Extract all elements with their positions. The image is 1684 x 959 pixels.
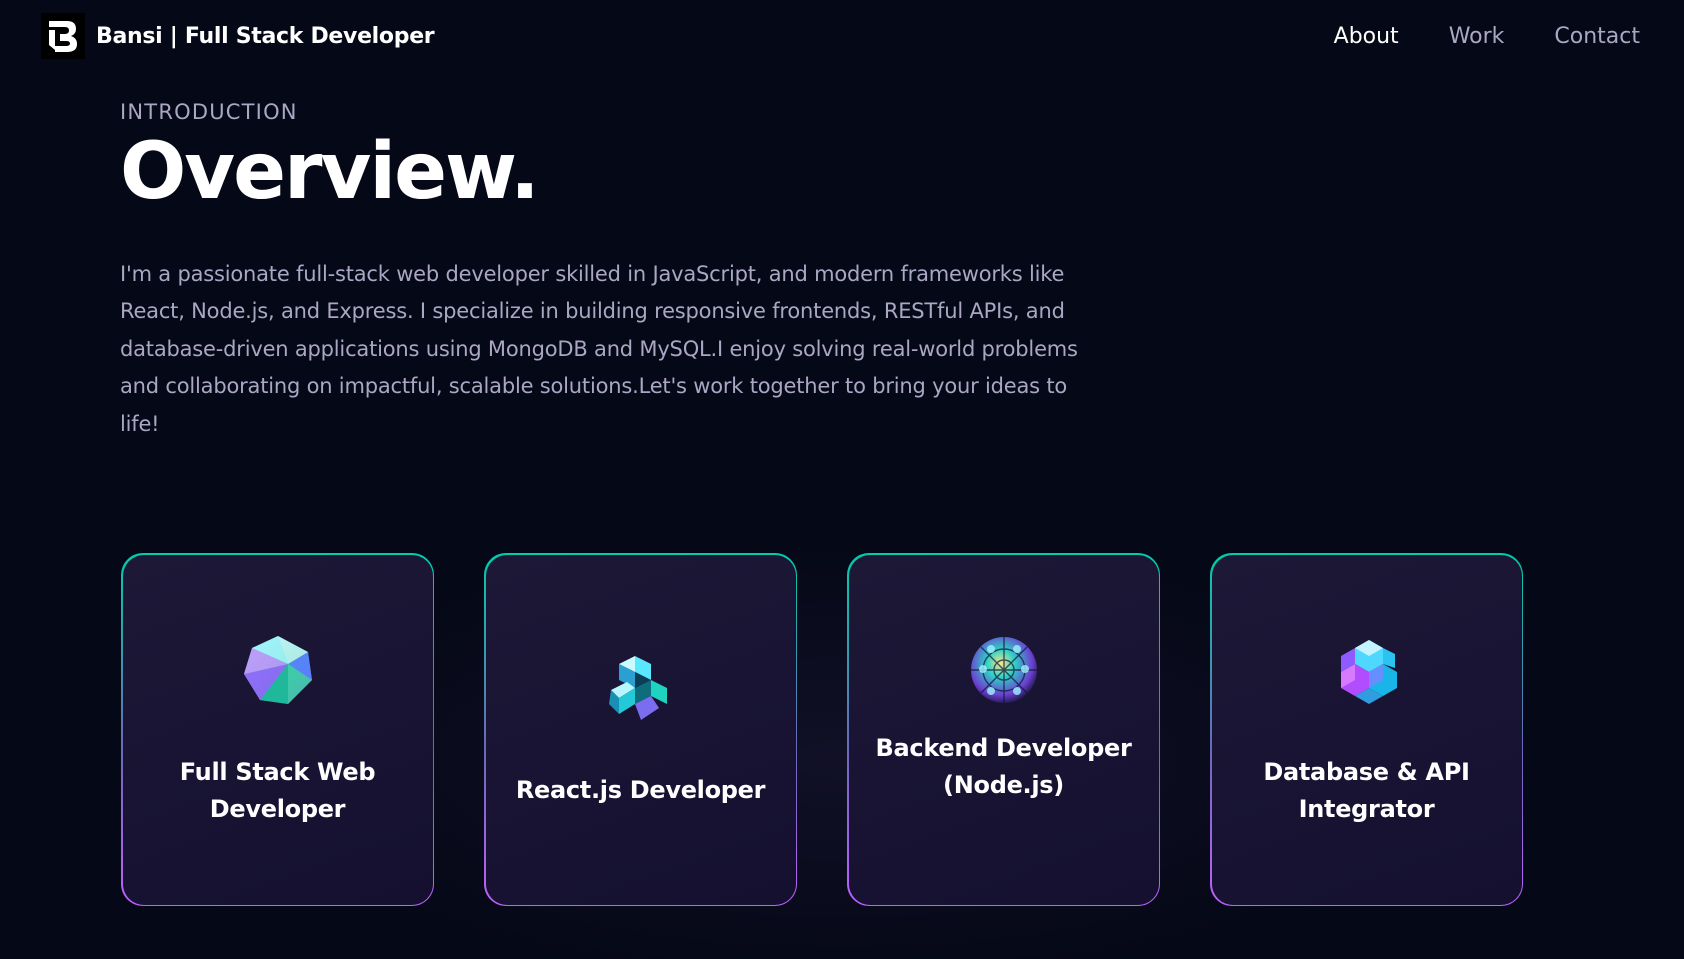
intro-paragraph: I'm a passionate full-stack web develope… [120,261,1078,436]
brand-link[interactable]: Bansi | Full Stack Developer [41,13,435,59]
section-title: Overview. [120,127,540,217]
service-card-fullstack[interactable]: Full Stack Web Developer [121,553,434,906]
b-monogram-icon [41,13,85,59]
page: Bansi | Full Stack Developer About Work … [0,0,1684,959]
service-card-database[interactable]: Database & API Integrator [1210,553,1523,906]
brand-name: Bansi | Full Stack Developer [96,23,435,49]
nav-links: About Work Contact [1334,24,1640,49]
service-cards: Full Stack Web Developer React.js Develo… [121,553,1523,906]
nav-contact[interactable]: Contact [1554,24,1640,49]
card-title: Backend Developer (Node.js) [875,733,1132,799]
nav-about[interactable]: About [1334,24,1399,49]
navbar: Bansi | Full Stack Developer About Work … [0,0,1684,72]
crystal-cube-cluster-icon [603,650,679,726]
service-card-react[interactable]: React.js Developer [484,553,797,906]
crystal-hexagon-cluster-icon [1329,632,1405,708]
card-title: React.js Developer [515,776,766,804]
nav-work[interactable]: Work [1449,24,1505,49]
crystal-icosahedron-icon [240,632,316,708]
crystal-sphere-icon [966,632,1042,708]
card-title: Database & API Integrator [1263,757,1470,823]
service-card-backend[interactable]: Backend Developer (Node.js) [847,553,1160,906]
overview-section: Introduction Overview. I'm a passionate … [120,100,1520,443]
section-subtitle: Introduction [120,100,298,124]
card-title: Full Stack Web Developer [179,757,376,823]
